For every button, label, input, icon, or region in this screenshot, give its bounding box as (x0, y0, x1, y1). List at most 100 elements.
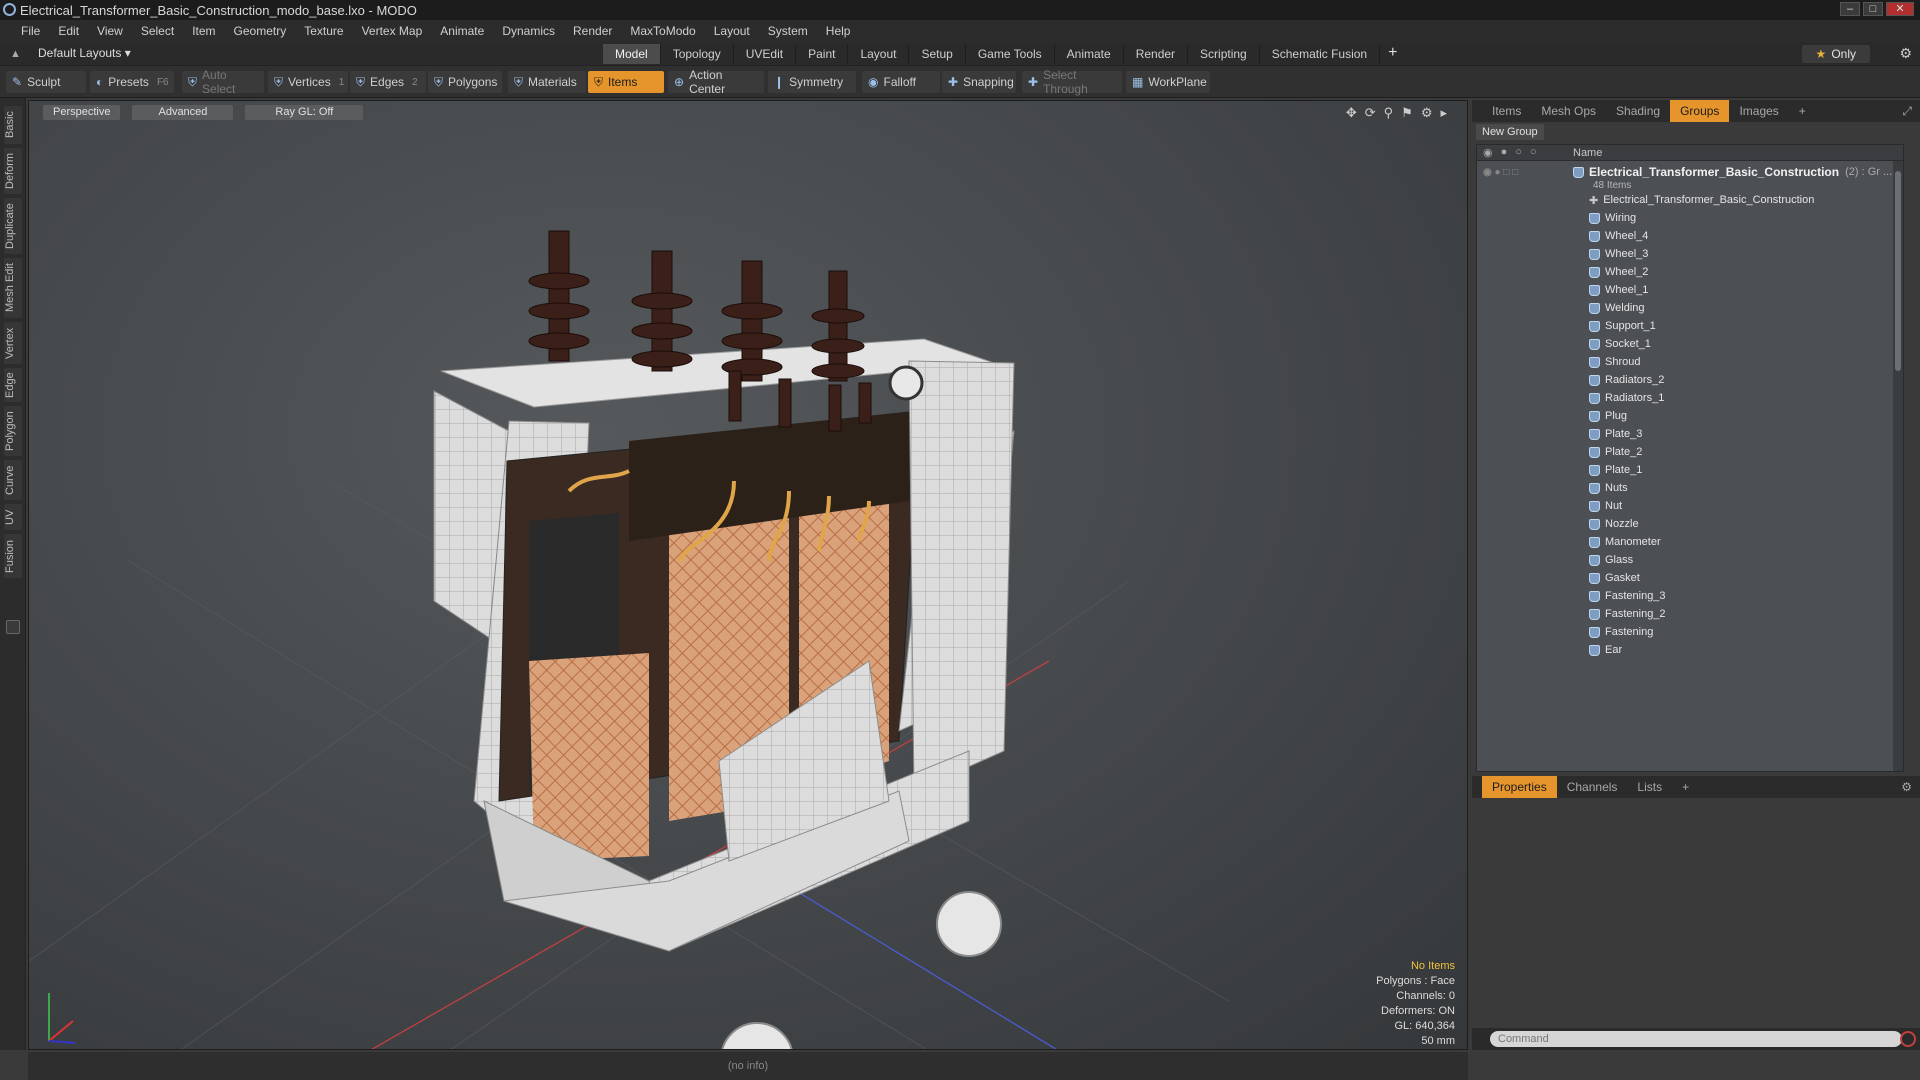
pan-icon[interactable]: ✥ (1346, 105, 1357, 121)
lock-icon[interactable]: ● (1501, 146, 1508, 159)
symmetry-button[interactable]: ❙ Symmetry (768, 71, 856, 93)
select-icon[interactable]: ○ (1515, 146, 1522, 159)
list-item[interactable]: Gasket (1477, 569, 1903, 587)
edges-button[interactable]: ⛨ Edges 2 (350, 71, 426, 93)
list-item[interactable]: Shroud (1477, 353, 1903, 371)
new-group-button[interactable]: New Group (1476, 124, 1544, 140)
command-clear-icon[interactable] (1900, 1031, 1916, 1047)
perspective-button[interactable]: Perspective (43, 105, 121, 120)
sculpt-button[interactable]: ✎ Sculpt (6, 71, 86, 93)
list-item[interactable]: Wheel_3 (1477, 245, 1903, 263)
list-item[interactable]: Wheel_2 (1477, 263, 1903, 281)
tab-setup[interactable]: Setup (909, 44, 966, 64)
list-item[interactable]: Plug (1477, 407, 1903, 425)
list-item[interactable]: Fastening_3 (1477, 587, 1903, 605)
menu-layout[interactable]: Layout (705, 24, 759, 38)
list-item[interactable]: Fastening (1477, 623, 1903, 641)
list-item[interactable]: Wiring (1477, 209, 1903, 227)
list-item[interactable]: Socket_1 (1477, 335, 1903, 353)
minimize-button[interactable]: – (1840, 2, 1860, 16)
list-item[interactable]: Plate_3 (1477, 425, 1903, 443)
tab-mesh-edit[interactable]: Mesh Edit (4, 258, 22, 318)
rotate-icon[interactable]: ⟳ (1365, 105, 1376, 121)
menu-animate[interactable]: Animate (431, 24, 493, 38)
list-item[interactable]: Plate_1 (1477, 461, 1903, 479)
tab-groups[interactable]: Groups (1670, 100, 1730, 122)
tab-uvedit[interactable]: UVEdit (734, 44, 797, 64)
snapping-button[interactable]: ✚ Snapping (942, 71, 1016, 93)
falloff-button[interactable]: ◉ Falloff (862, 71, 940, 93)
render-icon[interactable]: ○ (1530, 146, 1537, 159)
name-column-header[interactable]: Name (1573, 147, 1602, 159)
group-visibility[interactable]: ◉ ● □ □ (1477, 167, 1573, 178)
list-item[interactable]: Plate_2 (1477, 443, 1903, 461)
polygons-button[interactable]: ⛨ Polygons (428, 71, 502, 93)
list-item[interactable]: Radiators_2 (1477, 371, 1903, 389)
fit-icon[interactable]: ⚑ (1401, 105, 1413, 121)
tab-shading[interactable]: Shading (1606, 100, 1670, 122)
menu-vertex-map[interactable]: Vertex Map (353, 24, 432, 38)
tree-scrollbar[interactable] (1893, 161, 1903, 771)
menu-system[interactable]: System (759, 24, 817, 38)
tab-game-tools[interactable]: Game Tools (966, 44, 1055, 64)
select-through-button[interactable]: ✚ Select Through (1022, 68, 1122, 96)
menu-file[interactable]: File (12, 24, 49, 38)
tab-render[interactable]: Render (1124, 44, 1189, 64)
tab-properties[interactable]: Properties (1482, 776, 1557, 798)
materials-button[interactable]: ⛨ Materials (508, 71, 586, 93)
layout-dropdown[interactable]: Default Layouts ▾ (38, 46, 131, 60)
list-item[interactable]: Welding (1477, 299, 1903, 317)
list-item[interactable]: Ear (1477, 641, 1903, 659)
gear-icon[interactable]: ⚙ (1899, 45, 1912, 62)
tab-vertex[interactable]: Vertex (4, 322, 22, 364)
menu-geometry[interactable]: Geometry (225, 24, 296, 38)
viewport-gear-icon[interactable]: ⚙ (1421, 105, 1433, 121)
tab-edge[interactable]: Edge (4, 368, 22, 402)
menu-item[interactable]: Item (183, 24, 224, 38)
tab-schematic-fusion[interactable]: Schematic Fusion (1260, 44, 1381, 64)
tab-duplicate[interactable]: Duplicate (4, 198, 22, 254)
vertices-button[interactable]: ⛨ Vertices 1 (268, 71, 348, 93)
tab-paint[interactable]: Paint (796, 44, 849, 64)
tab-fusion[interactable]: Fusion (4, 534, 22, 578)
menu-maxtomodo[interactable]: MaxToModo (621, 24, 704, 38)
presets-button[interactable]: ◐ Presets F6 (90, 71, 174, 93)
add-tab-icon[interactable]: + (1380, 44, 1405, 64)
advanced-button[interactable]: Advanced (132, 105, 234, 120)
tab-animate[interactable]: Animate (1055, 44, 1124, 64)
layout-arrow-icon[interactable]: ▲ (10, 48, 21, 60)
list-item[interactable]: Support_1 (1477, 317, 1903, 335)
menu-texture[interactable]: Texture (295, 24, 352, 38)
tab-deform[interactable]: Deform (4, 148, 22, 194)
tab-topology[interactable]: Topology (661, 44, 734, 64)
menu-render[interactable]: Render (564, 24, 621, 38)
menu-help[interactable]: Help (817, 24, 860, 38)
tab-lists[interactable]: Lists (1627, 776, 1672, 798)
list-item[interactable]: Radiators_1 (1477, 389, 1903, 407)
tab-items[interactable]: Items (1482, 100, 1531, 122)
add-prop-tab-icon[interactable]: + (1672, 776, 1699, 798)
workplane-button[interactable]: ▦ WorkPlane (1126, 71, 1210, 93)
action-center-button[interactable]: ⊕ Action Center (668, 68, 764, 96)
3d-viewport[interactable]: Perspective Advanced Ray GL: Off ✥ ⟳ ⚲ ⚑… (28, 100, 1468, 1050)
add-panel-tab-icon[interactable]: + (1789, 100, 1816, 122)
tab-scripting[interactable]: Scripting (1188, 44, 1260, 64)
menu-dynamics[interactable]: Dynamics (493, 24, 564, 38)
items-button[interactable]: ⛨ Items (588, 71, 664, 93)
maximize-button[interactable]: □ (1863, 2, 1883, 16)
close-button[interactable]: ✕ (1886, 2, 1914, 16)
tab-mesh-ops[interactable]: Mesh Ops (1531, 100, 1606, 122)
tab-uv[interactable]: UV (4, 504, 22, 530)
list-item[interactable]: Nuts (1477, 479, 1903, 497)
viewport-expand-icon[interactable]: ▸ (1440, 105, 1447, 121)
list-item[interactable]: Glass (1477, 551, 1903, 569)
list-item[interactable]: Nozzle (1477, 515, 1903, 533)
command-input[interactable]: Command (1490, 1031, 1902, 1047)
tab-model[interactable]: Model (603, 44, 661, 64)
list-item[interactable]: Fastening_2 (1477, 605, 1903, 623)
list-item[interactable]: Manometer (1477, 533, 1903, 551)
list-item[interactable]: Wheel_4 (1477, 227, 1903, 245)
list-item[interactable]: Wheel_1 (1477, 281, 1903, 299)
menu-select[interactable]: Select (132, 24, 183, 38)
panel-expand-icon[interactable]: ⤢ (1902, 104, 1912, 119)
